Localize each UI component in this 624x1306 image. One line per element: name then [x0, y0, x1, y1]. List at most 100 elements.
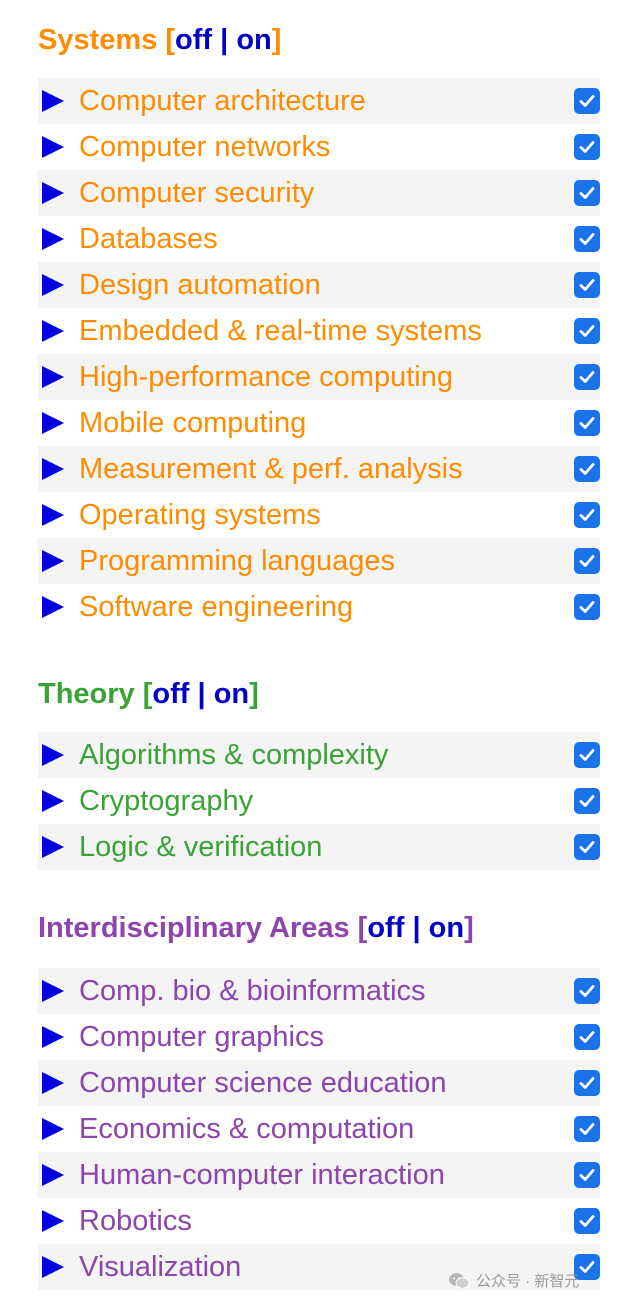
checkmark-icon [579, 601, 595, 613]
area-label[interactable]: Computer security [79, 176, 314, 210]
triangle-right-icon[interactable] [42, 412, 64, 434]
systems-on-link[interactable]: on [236, 24, 271, 56]
area-checkbox[interactable] [574, 364, 600, 390]
area-label[interactable]: Computer architecture [79, 84, 366, 118]
triangle-right-icon[interactable] [42, 596, 64, 618]
area-label[interactable]: Economics & computation [79, 1112, 414, 1146]
area-checkbox[interactable] [574, 410, 600, 436]
area-checkbox[interactable] [574, 834, 600, 860]
area-checkbox[interactable] [574, 548, 600, 574]
triangle-right-icon[interactable] [42, 1256, 64, 1278]
area-checkbox[interactable] [574, 788, 600, 814]
checkmark-icon [579, 371, 595, 383]
wechat-icon [448, 1272, 470, 1290]
area-checkbox[interactable] [574, 1162, 600, 1188]
area-label[interactable]: Human-computer interaction [79, 1158, 445, 1192]
triangle-right-icon[interactable] [42, 790, 64, 812]
separator: | [220, 24, 229, 56]
area-checkbox[interactable] [574, 134, 600, 160]
area-label[interactable]: Programming languages [79, 544, 395, 578]
area-checkbox[interactable] [574, 742, 600, 768]
area-label[interactable]: Computer networks [79, 130, 330, 164]
area-label[interactable]: Measurement & perf. analysis [79, 452, 463, 486]
checkmark-icon [579, 1031, 595, 1043]
area-label[interactable]: Algorithms & complexity [79, 738, 388, 772]
area-label[interactable]: Logic & verification [79, 830, 322, 864]
triangle-right-icon[interactable] [42, 980, 64, 1002]
area-checkbox[interactable] [574, 1070, 600, 1096]
section-systems: Systems [off | on] Computer architecture… [38, 22, 624, 630]
area-label[interactable]: Databases [79, 222, 218, 256]
area-checkbox[interactable] [574, 1208, 600, 1234]
watermark-text: 公众号 · 新智元 [476, 1273, 580, 1290]
area-list-interdisciplinary: Comp. bio & bioinformatics Computer grap… [38, 968, 600, 1290]
area-row: Programming languages [38, 538, 600, 584]
separator: | [412, 912, 421, 944]
theory-off-link[interactable]: off [152, 678, 189, 710]
triangle-right-icon[interactable] [42, 744, 64, 766]
triangle-right-icon[interactable] [42, 228, 64, 250]
area-label[interactable]: Software engineering [79, 590, 353, 624]
triangle-right-icon[interactable] [42, 1072, 64, 1094]
area-row: Embedded & real-time systems [38, 308, 600, 354]
theory-on-link[interactable]: on [214, 678, 249, 710]
area-label[interactable]: Operating systems [79, 498, 321, 532]
area-checkbox[interactable] [574, 272, 600, 298]
area-row: Design automation [38, 262, 600, 308]
area-label[interactable]: High-performance computing [79, 360, 453, 394]
triangle-right-icon[interactable] [42, 182, 64, 204]
triangle-right-icon[interactable] [42, 1164, 64, 1186]
systems-off-link[interactable]: off [175, 24, 212, 56]
area-row: Software engineering [38, 584, 600, 630]
area-label[interactable]: Computer graphics [79, 1020, 324, 1054]
area-row: Computer security [38, 170, 600, 216]
triangle-right-icon[interactable] [42, 836, 64, 858]
section-heading-interdisciplinary: Interdisciplinary Areas [off | on] [38, 910, 624, 946]
area-row: Computer science education [38, 1060, 600, 1106]
area-row: Databases [38, 216, 600, 262]
triangle-right-icon[interactable] [42, 320, 64, 342]
checkmark-icon [579, 841, 595, 853]
area-label[interactable]: Comp. bio & bioinformatics [79, 974, 426, 1008]
area-label[interactable]: Embedded & real-time systems [79, 314, 482, 348]
triangle-right-icon[interactable] [42, 136, 64, 158]
triangle-right-icon[interactable] [42, 366, 64, 388]
area-checkbox[interactable] [574, 88, 600, 114]
section-theory: Theory [off | on] Algorithms & complexit… [38, 676, 624, 870]
area-checkbox[interactable] [574, 226, 600, 252]
area-label[interactable]: Cryptography [79, 784, 253, 818]
triangle-right-icon[interactable] [42, 504, 64, 526]
area-label[interactable]: Computer science education [79, 1066, 447, 1100]
triangle-right-icon[interactable] [42, 1210, 64, 1232]
checkmark-icon [579, 187, 595, 199]
checkmark-icon [579, 417, 595, 429]
area-checkbox[interactable] [574, 1024, 600, 1050]
section-heading-theory: Theory [off | on] [38, 676, 624, 712]
section-interdisciplinary: Interdisciplinary Areas [off | on] Comp.… [38, 910, 624, 1290]
area-row: Human-computer interaction [38, 1152, 600, 1198]
triangle-right-icon[interactable] [42, 1026, 64, 1048]
area-checkbox[interactable] [574, 180, 600, 206]
interdisciplinary-off-link[interactable]: off [367, 912, 404, 944]
triangle-right-icon[interactable] [42, 90, 64, 112]
area-row: Economics & computation [38, 1106, 600, 1152]
triangle-right-icon[interactable] [42, 1118, 64, 1140]
triangle-right-icon[interactable] [42, 550, 64, 572]
area-label[interactable]: Visualization [79, 1250, 241, 1284]
area-checkbox[interactable] [574, 1116, 600, 1142]
triangle-right-icon[interactable] [42, 458, 64, 480]
area-checkbox[interactable] [574, 318, 600, 344]
area-label[interactable]: Design automation [79, 268, 321, 302]
area-checkbox[interactable] [574, 502, 600, 528]
bracket-open: [ [142, 678, 153, 710]
area-checkbox[interactable] [574, 594, 600, 620]
area-label[interactable]: Robotics [79, 1204, 192, 1238]
area-label[interactable]: Mobile computing [79, 406, 306, 440]
area-checkbox[interactable] [574, 456, 600, 482]
interdisciplinary-on-link[interactable]: on [429, 912, 464, 944]
area-checkbox[interactable] [574, 978, 600, 1004]
bracket-close: ] [271, 24, 282, 56]
triangle-right-icon[interactable] [42, 274, 64, 296]
checkmark-icon [579, 1261, 595, 1273]
checkmark-icon [579, 749, 595, 761]
